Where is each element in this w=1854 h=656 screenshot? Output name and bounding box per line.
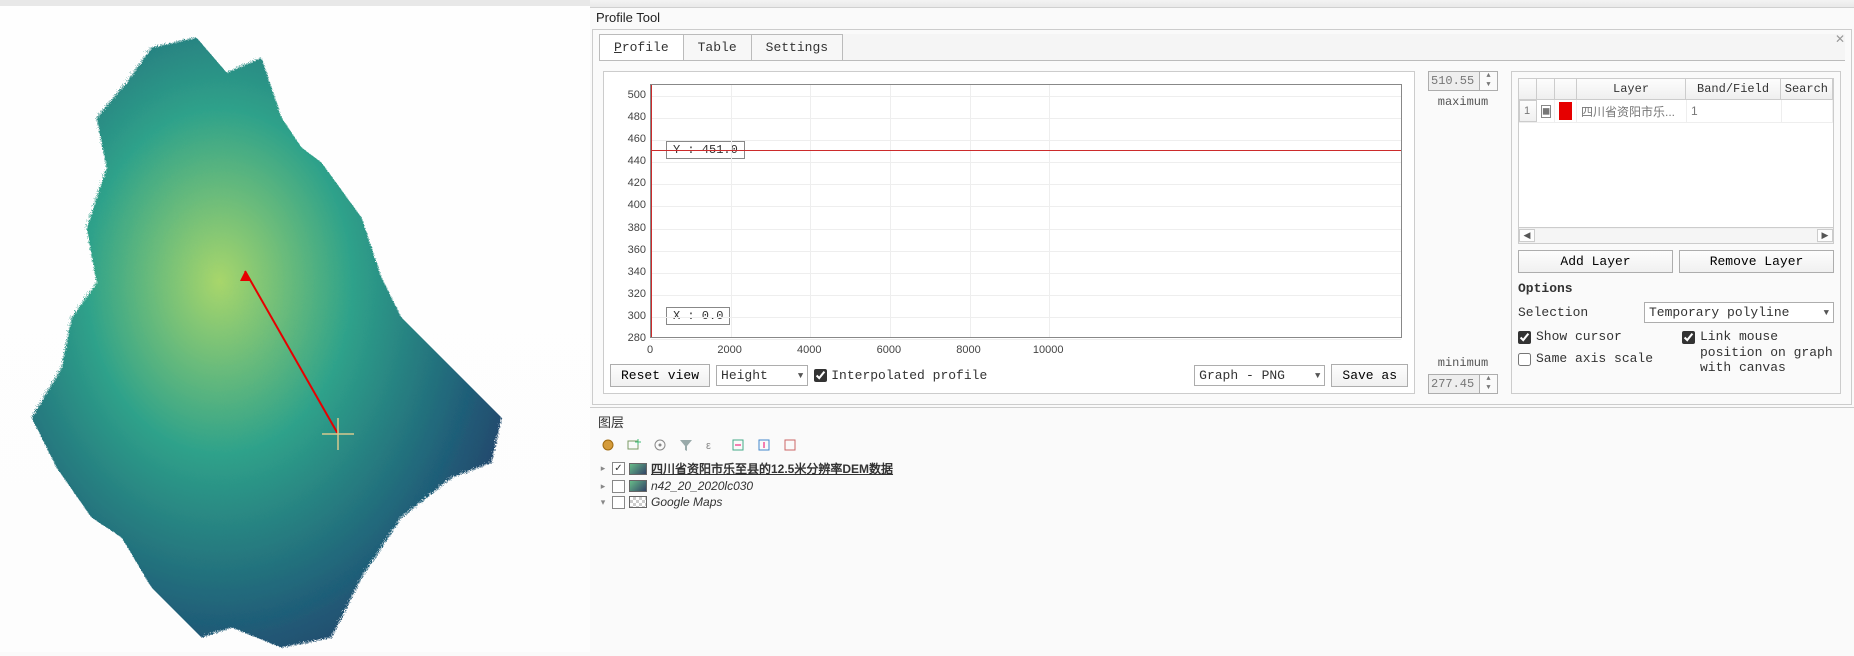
maximum-label: maximum [1428,95,1498,109]
x-tick-label: 6000 [877,344,901,356]
y-tick-label: 420 [610,177,646,189]
layer-color-swatch[interactable] [1559,102,1572,120]
minimum-spinbox[interactable]: ▲▼ [1428,374,1498,394]
export-format-select[interactable]: Graph - PNG▼ [1194,365,1325,386]
tab-profile[interactable]: Profile [599,34,684,60]
col-layer[interactable]: Layer [1577,79,1686,99]
x-tick-label: 4000 [797,344,821,356]
layer-thumb-icon [629,480,647,492]
close-icon[interactable]: ✕ [1835,32,1845,46]
tree-row[interactable]: ▾ Google Maps [598,494,1846,510]
y-tick-label: 400 [610,199,646,211]
profile-mode-select[interactable]: Height▼ [716,365,808,386]
y-tick-label: 360 [610,244,646,256]
layer-label[interactable]: 四川省资阳市乐至县的12.5米分辨率DEM数据 [651,460,893,477]
layer-checkbox[interactable] [612,496,625,509]
layers-panel: 图层 ε ▸ ✓ 四川省资阳市乐至县的12.5米分辨率DEM数据 ▸ n42_20_20… [590,407,1854,514]
svg-text:ε: ε [706,440,711,452]
expand-arrow-icon[interactable]: ▸ [598,481,608,492]
layer-label[interactable]: n42_20_2020lc030 [651,479,753,493]
layer-name-cell: 四川省资阳市乐... [1577,100,1687,122]
y-tick-label: 480 [610,111,646,123]
x-tick-label: 10000 [1033,344,1064,356]
dem-raster [30,36,500,646]
tree-row[interactable]: ▸ n42_20_2020lc030 [598,478,1846,494]
expression-icon[interactable]: ε [704,437,720,453]
tab-table[interactable]: Table [683,34,752,60]
layer-thumb-icon [629,463,647,475]
add-group-icon[interactable] [626,437,642,453]
profile-chart[interactable]: Y : 451.0 X : 0.0 2803003203403603804004… [610,78,1408,358]
col-search[interactable]: Search [1781,79,1833,99]
col-color [1555,79,1577,99]
add-layer-button[interactable]: Add Layer [1518,250,1673,273]
layer-checkbox[interactable] [612,480,625,493]
y-tick-label: 280 [610,332,646,344]
table-row[interactable]: 1 ◼ 四川省资阳市乐... 1 [1519,100,1833,123]
expand-arrow-icon[interactable]: ▾ [598,497,608,508]
tab-settings[interactable]: Settings [751,34,843,60]
link-mouse-checkbox[interactable]: Link mouse position on graph with canvas [1682,329,1834,376]
layers-toolbar: ε [598,435,1846,459]
interpolated-checkbox[interactable]: Interpolated profile [814,368,987,383]
x-tick-label: 8000 [956,344,980,356]
layer-visible-checkbox[interactable]: ◼ [1541,105,1551,118]
show-cursor-checkbox[interactable]: Show cursor [1518,329,1670,345]
expand-arrow-icon[interactable]: ▸ [598,463,608,474]
layer-label[interactable]: Google Maps [651,495,722,509]
remove-layer-button[interactable]: Remove Layer [1679,250,1834,273]
layers-panel-title: 图层 [598,412,1846,431]
col-rownum [1519,79,1537,99]
same-axis-checkbox[interactable]: Same axis scale [1518,351,1670,367]
y-tick-label: 380 [610,222,646,234]
selection-label: Selection [1518,305,1638,320]
maximum-spinbox[interactable]: ▲▼ [1428,71,1498,91]
minimum-label: minimum [1428,356,1498,370]
y-tick-label: 320 [610,288,646,300]
options-heading: Options [1518,281,1834,296]
reset-view-button[interactable]: Reset view [610,364,710,387]
expand-icon[interactable] [730,437,746,453]
y-tick-label: 440 [610,155,646,167]
save-as-button[interactable]: Save as [1331,364,1408,387]
col-band[interactable]: Band/Field [1686,79,1781,99]
selection-mode-select[interactable]: Temporary polyline▼ [1644,302,1834,323]
profile-tool-panel: ✕ Profile Table Settings Y : 451.0 X : 0… [592,29,1852,405]
layer-table[interactable]: Layer Band/Field Search 1 ◼ 四川省资阳市乐... 1 [1518,78,1834,244]
y-tick-label: 340 [610,266,646,278]
style-icon[interactable] [600,437,616,453]
layer-thumb-icon [629,496,647,508]
y-tick-label: 500 [610,89,646,101]
manage-icon[interactable] [652,437,668,453]
profile-tabs: Profile Table Settings [599,34,1845,61]
map-canvas[interactable] [0,16,590,656]
col-chk [1537,79,1555,99]
layer-search-cell [1782,100,1833,122]
tree-row[interactable]: ▸ ✓ 四川省资阳市乐至县的12.5米分辨率DEM数据 [598,459,1846,478]
layer-band-cell: 1 [1687,100,1782,122]
top-toolbar-strip [590,0,1854,8]
filter-icon[interactable] [678,437,694,453]
profile-tool-title: Profile Tool [590,8,1854,29]
x-tick-label: 0 [647,344,653,356]
y-tick-label: 460 [610,133,646,145]
collapse-icon[interactable] [756,437,772,453]
map-canvas-pane[interactable] [0,0,590,652]
remove-icon[interactable] [782,437,798,453]
x-tick-label: 2000 [717,344,741,356]
layer-table-hscroll[interactable]: ◀▶ [1519,227,1833,243]
y-tick-label: 300 [610,310,646,322]
layer-checkbox[interactable]: ✓ [612,462,625,475]
